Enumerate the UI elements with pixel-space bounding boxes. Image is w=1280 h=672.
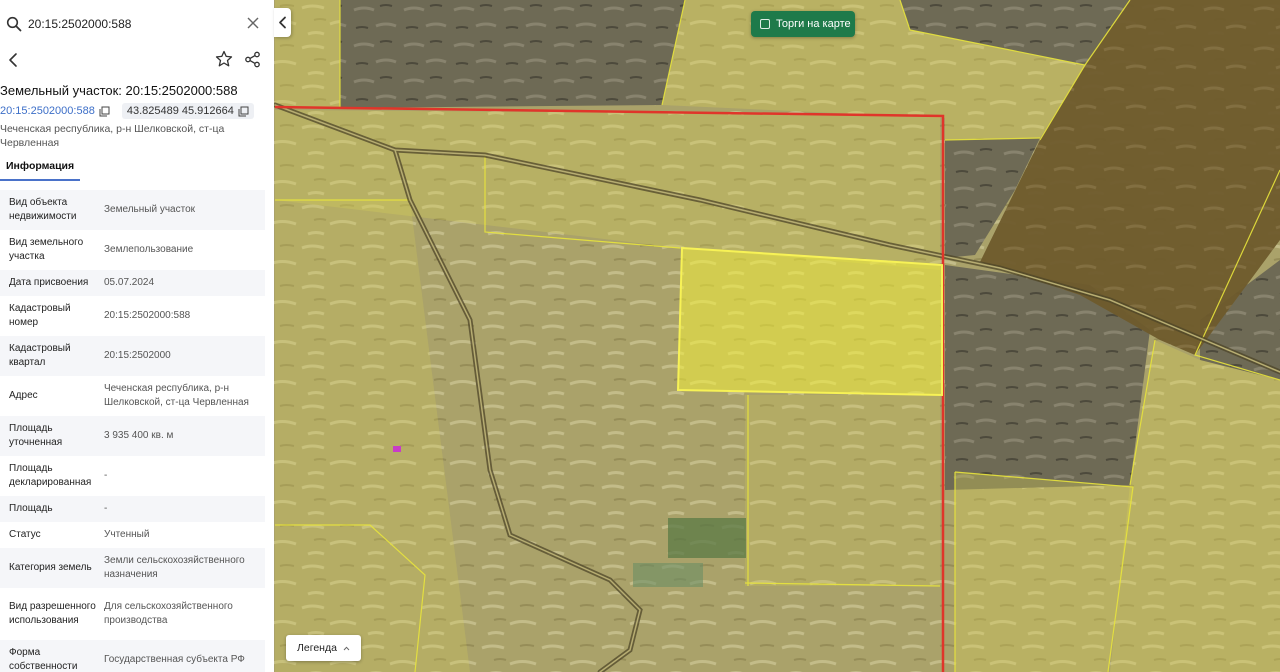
identifier-chips: 20:15:2502000:588 43.825489 45.912664 (0, 102, 254, 120)
panel-actions (0, 48, 274, 74)
info-row-label: Адрес (9, 390, 38, 401)
info-row: Статус Учтенный (0, 522, 265, 548)
info-row-label: Форма собственности (9, 647, 78, 672)
info-row: Вид объекта недвижимости Земельный участо… (0, 190, 265, 230)
info-row-value: 20:15:2502000:588 (104, 310, 191, 321)
info-row-label: Статус (9, 529, 41, 540)
info-row: Площадь уточненная 3 935 400 кв. м (0, 416, 265, 456)
chevron-up-icon (343, 646, 350, 650)
info-row: Категория земель Земли сельскохозяйственн… (0, 548, 265, 588)
info-row: Форма собственности Государственная субъе… (0, 640, 265, 672)
tab-bar: Информация (0, 156, 274, 181)
info-row-value: - (104, 503, 108, 514)
close-icon[interactable] (246, 16, 260, 30)
info-row: Дата присвоения 05.07.2024 (0, 270, 265, 296)
info-row-label: Площадь уточненная (9, 423, 63, 448)
info-row-value: Землепользование (104, 244, 194, 255)
cadastral-number-link[interactable]: 20:15:2502000:588 (0, 105, 110, 117)
tab-information[interactable]: Информация (0, 156, 81, 181)
search-icon[interactable] (6, 16, 22, 32)
info-row-value: Для сельскохозяйственного производства (104, 601, 233, 626)
object-info-panel: Земельный участок: 20:15:2502000:588 20:… (0, 0, 274, 672)
coordinates-text: 43.825489 45.912664 (126, 105, 234, 117)
info-row-value: Чеченская республика, р-н Шелковской, ст… (104, 383, 249, 408)
info-row-value: - (104, 470, 108, 481)
star-icon[interactable] (215, 50, 233, 68)
info-row-value: Земли сельскохозяйственного назначения (104, 555, 245, 580)
search-bar (0, 0, 274, 48)
info-row-value: 3 935 400 кв. м (104, 430, 174, 441)
selected-parcel (676, 246, 943, 397)
info-row: Вид земельного участка Землепользование (0, 230, 265, 270)
info-row-label: Вид разрешенного использования (9, 601, 96, 626)
info-row-label: Площадь (9, 503, 53, 514)
info-row-label: Кадастровый квартал (9, 343, 71, 368)
info-row-label: Кадастровый номер (9, 303, 71, 328)
auctions-on-map-toggle[interactable]: Торги на карте (751, 11, 855, 37)
info-row: Площадь декларированная - (0, 456, 265, 496)
cadastral-number-text[interactable]: 20:15:2502000:588 (0, 105, 95, 117)
share-icon[interactable] (244, 51, 261, 68)
legend-button[interactable]: Легенда (286, 635, 361, 661)
info-row: Площадь - (0, 496, 265, 522)
page-title: Земельный участок: 20:15:2502000:588 (0, 83, 238, 98)
copy-icon[interactable] (238, 106, 249, 117)
info-row-label: Вид земельного участка (9, 237, 84, 262)
auctions-toggle-label: Торги на карте (776, 18, 851, 30)
info-table: Вид объекта недвижимости Земельный участо… (0, 190, 265, 672)
info-row-label: Дата присвоения (9, 277, 89, 288)
collapse-panel-button[interactable] (274, 8, 291, 37)
address-subtitle: Чеченская республика, р-н Шелковской, ст… (0, 123, 225, 149)
auctions-checkbox[interactable] (760, 19, 770, 29)
back-chevron-left-icon[interactable] (6, 52, 20, 68)
info-row: Кадастровый квартал 20:15:2502000 (0, 336, 265, 376)
info-row-value: Учтенный (104, 529, 150, 540)
info-row-value: Государственная субъекта РФ (104, 654, 245, 665)
info-row-label: Площадь декларированная (9, 463, 92, 488)
info-row-label: Вид объекта недвижимости (9, 197, 77, 222)
info-row-value: 20:15:2502000 (104, 350, 171, 361)
copy-icon[interactable] (99, 106, 110, 117)
legend-label: Легенда (297, 642, 337, 654)
info-row-value: 05.07.2024 (104, 277, 155, 288)
info-row: Вид разрешенного использования Для сельск… (0, 588, 265, 640)
info-row-label: Категория земель (9, 562, 92, 573)
search-input[interactable] (28, 12, 238, 36)
chevron-left-icon (279, 16, 286, 29)
info-row-value: Земельный участок (104, 204, 196, 215)
info-row: Кадастровый номер 20:15:2502000:588 (0, 296, 265, 336)
info-row: Адрес Чеченская республика, р-н Шелковско… (0, 376, 265, 416)
coordinates-chip[interactable]: 43.825489 45.912664 (121, 103, 254, 119)
